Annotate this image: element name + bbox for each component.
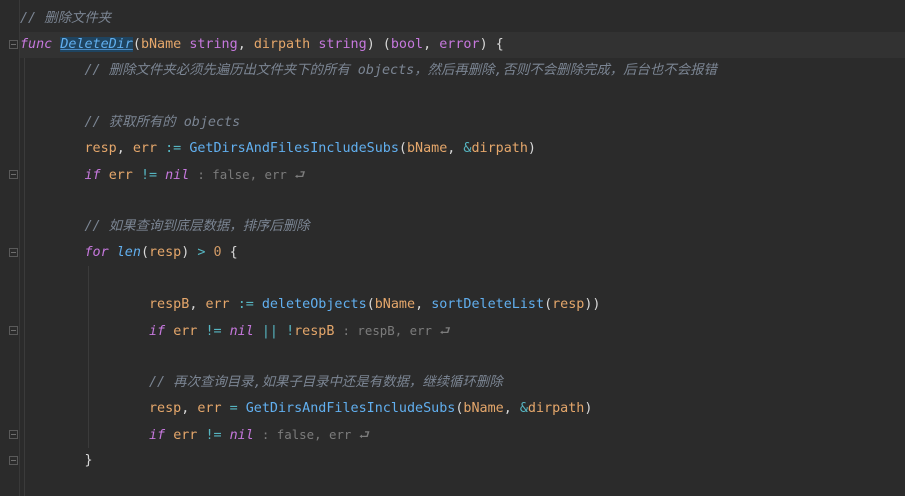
code-line[interactable]: // 如果查询到底层数据，排序后删除 — [20, 214, 310, 240]
fold-if-icon[interactable] — [9, 430, 18, 439]
operator: & — [519, 401, 528, 416]
function-name[interactable]: DeleteDir — [60, 37, 133, 52]
variable: bName — [463, 401, 504, 416]
punctuation: , — [447, 141, 464, 156]
keyword: nil — [229, 428, 254, 443]
code-line[interactable]: } — [20, 448, 93, 474]
function-call[interactable]: GetDirsAndFilesIncludeSubs — [189, 141, 399, 156]
function-call[interactable]: GetDirsAndFilesIncludeSubs — [246, 401, 456, 416]
variable: err — [205, 297, 230, 312]
operator: > — [197, 245, 206, 260]
punctuation: , — [415, 297, 432, 312]
fold-func-icon[interactable] — [9, 40, 18, 49]
code-line[interactable]: // 获取所有的 objects — [20, 110, 241, 136]
variable: resp — [149, 245, 182, 260]
variable: dirpath — [527, 401, 585, 416]
code-line[interactable]: // 再次查询目录,如果子目录中还是有数据，继续循环删除 — [20, 370, 503, 396]
fold-if-icon[interactable] — [9, 170, 18, 179]
variable: resp — [149, 401, 182, 416]
code-line[interactable]: if err != nil : false, err ⮐ — [20, 422, 370, 448]
variable: resp — [552, 297, 585, 312]
code-line[interactable]: func DeleteDir(bName string, dirpath str… — [20, 32, 504, 58]
code-line[interactable]: for len(resp) > 0 { — [20, 240, 238, 266]
code-line[interactable]: // 删除文件夹 — [20, 6, 111, 32]
function-call[interactable]: sortDeleteList — [431, 297, 544, 312]
punctuation: , — [189, 297, 206, 312]
type-name: error — [439, 37, 480, 52]
keyword: nil — [229, 324, 254, 339]
keyword: func — [20, 37, 53, 52]
punctuation: ) — [181, 245, 190, 260]
comment: // 再次查询目录,如果子目录中还是有数据，继续循环删除 — [149, 375, 503, 390]
punctuation: , — [181, 401, 198, 416]
operator: || — [261, 324, 278, 339]
param-name: dirpath — [253, 37, 311, 52]
punctuation: )) — [584, 297, 601, 312]
punctuation: , — [503, 401, 520, 416]
code-line[interactable]: resp, err := GetDirsAndFilesIncludeSubs(… — [20, 136, 536, 162]
comment: // 删除文件夹必须先遍历出文件夹下的所有 objects，然后再删除,否则不会… — [84, 63, 717, 78]
variable: resp — [84, 141, 117, 156]
punctuation: ( — [140, 245, 149, 260]
function-call[interactable]: deleteObjects — [262, 297, 367, 312]
keyword: if — [84, 168, 101, 183]
code-line[interactable]: resp, err = GetDirsAndFilesIncludeSubs(b… — [20, 396, 592, 422]
punctuation: ) { — [479, 37, 504, 52]
punctuation: ( — [398, 141, 407, 156]
punctuation: , — [423, 37, 440, 52]
keyword: if — [149, 428, 166, 443]
variable: bName — [406, 141, 448, 156]
operator: = — [229, 401, 238, 416]
variable: err — [197, 401, 222, 416]
punctuation: ) — [584, 401, 593, 416]
variable: respB — [149, 297, 190, 312]
variable: err — [108, 168, 133, 183]
folded-return-hint[interactable]: : false, err ⮐ — [262, 427, 370, 442]
punctuation: , — [237, 37, 254, 52]
operator: != — [140, 168, 158, 183]
code-editor[interactable]: // 删除文件夹 func DeleteDir(bName string, di… — [0, 0, 905, 496]
variable: bName — [374, 297, 416, 312]
punctuation: { — [229, 245, 238, 260]
comment: // 删除文件夹 — [20, 11, 112, 26]
variable: err — [173, 324, 198, 339]
variable: respB — [294, 324, 335, 339]
operator: != — [205, 324, 222, 339]
punctuation: ) — [527, 141, 536, 156]
comment: // 如果查询到底层数据，排序后删除 — [84, 219, 310, 234]
folded-return-hint[interactable]: : respB, err ⮐ — [343, 323, 451, 338]
punctuation: , — [116, 141, 133, 156]
keyword: if — [149, 324, 166, 339]
type-name: bool — [390, 37, 424, 52]
punctuation: ( — [366, 297, 375, 312]
type-name: string — [318, 37, 367, 52]
code-line[interactable]: if err != nil || !respB : respB, err ⮐ — [20, 318, 451, 344]
folded-return-hint[interactable]: : false, err ⮐ — [197, 167, 305, 182]
number: 0 — [213, 245, 222, 260]
builtin-function[interactable]: len — [117, 245, 141, 260]
keyword: nil — [165, 168, 190, 183]
fold-if-icon[interactable] — [9, 326, 18, 335]
punctuation: ( — [132, 37, 141, 52]
operator: := — [237, 297, 254, 312]
punctuation: } — [84, 453, 93, 468]
punctuation: ( — [544, 297, 553, 312]
operator: ! — [286, 324, 295, 339]
variable: dirpath — [471, 141, 528, 156]
punctuation: ) ( — [366, 37, 391, 52]
comment: // 获取所有的 objects — [84, 115, 241, 130]
code-line[interactable]: // 删除文件夹必须先遍历出文件夹下的所有 objects，然后再删除,否则不会… — [20, 58, 717, 84]
fold-for-icon[interactable] — [9, 248, 18, 257]
param-name: bName — [140, 37, 182, 52]
fold-for-end-icon[interactable] — [9, 456, 18, 465]
code-line[interactable]: respB, err := deleteObjects(bName, sortD… — [20, 292, 601, 318]
variable: err — [132, 141, 158, 156]
type-name: string — [189, 37, 238, 52]
variable: err — [173, 428, 198, 443]
operator: := — [165, 141, 182, 156]
keyword: for — [84, 245, 109, 260]
operator: != — [205, 428, 222, 443]
code-line[interactable]: if err != nil : false, err ⮐ — [20, 162, 306, 188]
